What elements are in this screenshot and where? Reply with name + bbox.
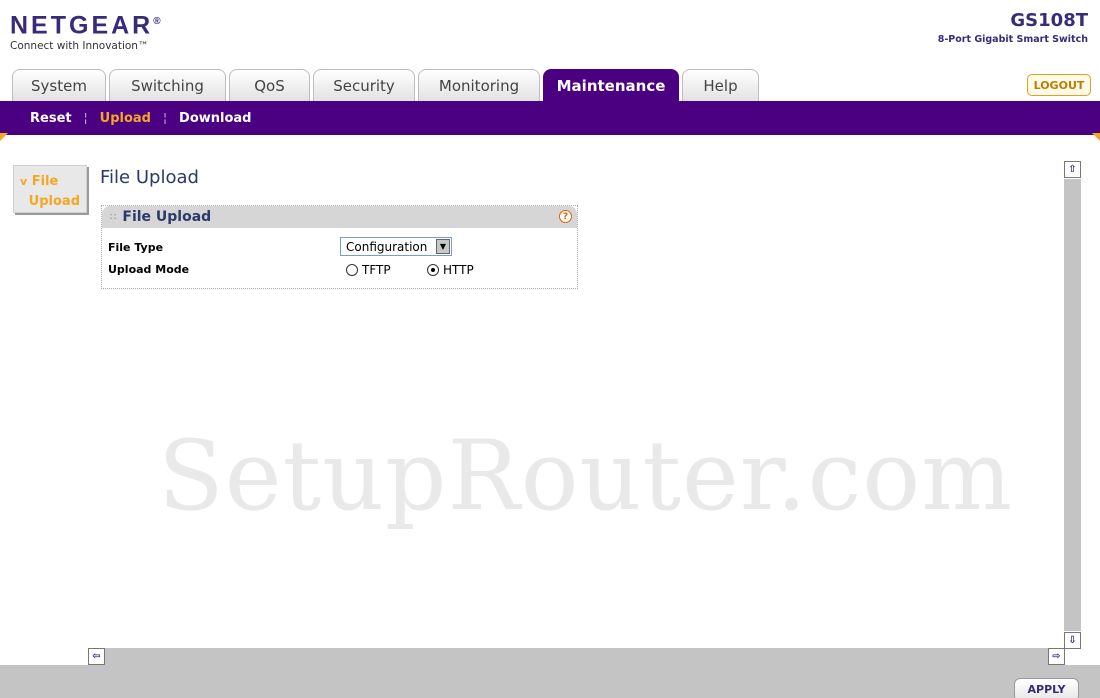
subnav-corner-left <box>0 133 8 141</box>
page-title: File Upload <box>100 167 199 188</box>
subnav-corner-right <box>1092 133 1100 141</box>
radio-label-http: HTTP <box>443 263 474 277</box>
vertical-scrollbar[interactable]: ⇧ ⇩ <box>1064 161 1081 649</box>
footer-bar: APPLY <box>0 665 1100 698</box>
logo-wordmark: NETGEAR <box>10 11 154 40</box>
tab-qos[interactable]: QoS <box>229 69 310 101</box>
file-upload-panel: ∷ File Upload ? File Type Configuration … <box>101 205 578 289</box>
leftnav-item-file-upload[interactable]: v File Upload <box>13 165 87 213</box>
horizontal-scrollbar[interactable]: ⇦ ⇨ <box>88 648 1065 665</box>
netgear-logo: NETGEAR® Connect with Innovation™ <box>10 8 164 52</box>
subnav-divider: ¦ <box>162 111 168 125</box>
tab-security[interactable]: Security <box>313 69 415 101</box>
chevron-down-icon[interactable]: ▼ <box>436 239 450 254</box>
sub-navigation: Reset ¦ Upload ¦ Download <box>0 101 1100 135</box>
logout-button[interactable]: LOGOUT <box>1027 74 1091 96</box>
apply-button[interactable]: APPLY <box>1014 678 1079 698</box>
subnav-upload[interactable]: Upload <box>100 111 151 126</box>
subnav-download[interactable]: Download <box>179 111 251 126</box>
file-type-select[interactable]: Configuration ▼ <box>340 237 452 256</box>
file-type-value: Configuration <box>346 239 428 254</box>
leftnav-label-line2: Upload <box>28 194 80 209</box>
vertical-scroll-track[interactable] <box>1064 179 1081 631</box>
upload-mode-label: Upload Mode <box>108 263 190 276</box>
subnav-reset[interactable]: Reset <box>30 111 72 126</box>
tab-maintenance[interactable]: Maintenance <box>543 69 679 101</box>
upload-mode-http-radio[interactable]: HTTP <box>427 263 474 277</box>
help-icon[interactable]: ? <box>559 210 572 223</box>
arrow-left-icon[interactable]: ⇦ <box>88 648 105 665</box>
drag-grip-icon: ∷ <box>110 211 116 223</box>
arrow-down-icon[interactable]: ⇩ <box>1064 632 1081 649</box>
model-name: GS108T <box>1010 10 1088 31</box>
tab-switching[interactable]: Switching <box>109 69 226 101</box>
logo-tagline: Connect with Innovation™ <box>10 40 149 53</box>
tab-help[interactable]: Help <box>682 69 759 101</box>
main-tabs: System Switching QoS Security Monitoring… <box>12 69 762 101</box>
panel-header: ∷ File Upload ? <box>102 206 577 228</box>
tab-system[interactable]: System <box>12 69 106 101</box>
subnav-divider: ¦ <box>83 111 88 125</box>
radio-unchecked-icon[interactable] <box>346 264 358 276</box>
file-type-label: File Type <box>108 241 164 254</box>
tab-monitoring[interactable]: Monitoring <box>418 69 540 101</box>
panel-title: File Upload <box>122 209 212 225</box>
leftnav-label-line1: File <box>31 174 59 189</box>
watermark-text: SetupRouter.com <box>158 420 1014 532</box>
radio-label-tftp: TFTP <box>362 263 391 277</box>
radio-checked-icon[interactable] <box>427 264 439 276</box>
arrow-up-icon[interactable]: ⇧ <box>1064 161 1081 178</box>
arrow-right-icon[interactable]: ⇨ <box>1048 648 1065 665</box>
expand-arrow-icon: v <box>20 175 28 188</box>
model-description: 8-Port Gigabit Smart Switch <box>937 34 1088 45</box>
registered-mark: ® <box>153 16 164 27</box>
model-info: GS108T 8-Port Gigabit Smart Switch <box>938 10 1088 45</box>
upload-mode-tftp-radio[interactable]: TFTP <box>346 263 391 277</box>
